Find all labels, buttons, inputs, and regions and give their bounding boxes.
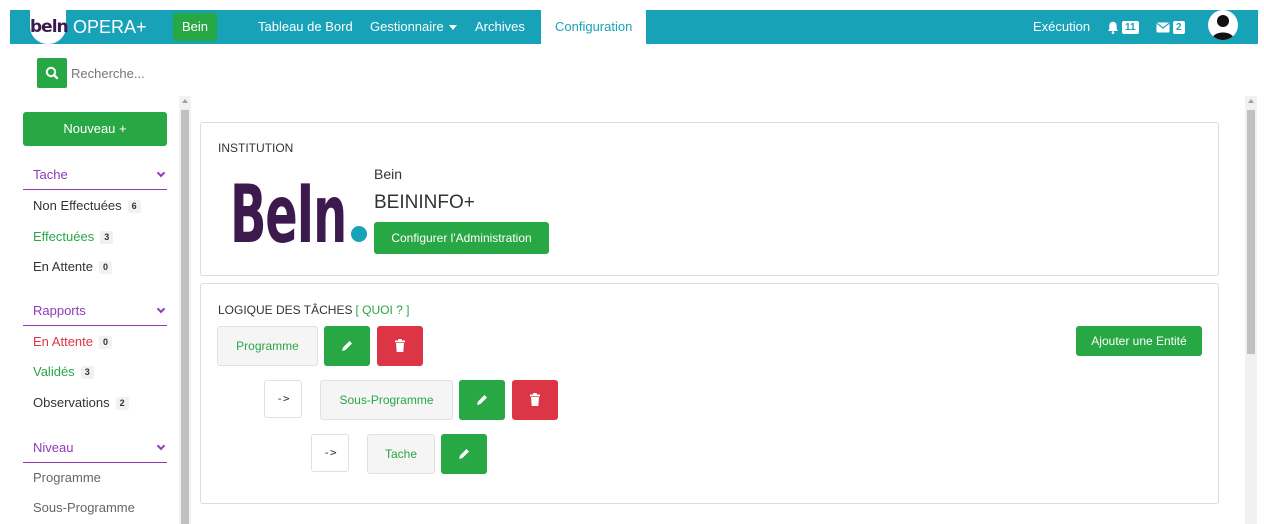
sidebar-item-sous-programme[interactable]: Sous-Programme	[33, 499, 135, 517]
nav-archives[interactable]: Archives	[475, 10, 525, 44]
count-badge: 3	[100, 231, 114, 245]
edit-sous-programme-button[interactable]	[459, 380, 505, 420]
configure-admin-button[interactable]: Configurer l'Administration	[374, 222, 549, 254]
entity-tache[interactable]: Tache	[367, 434, 435, 474]
institution-logo: BeIn	[230, 168, 367, 248]
add-entity-button[interactable]: Ajouter une Entité	[1076, 326, 1202, 356]
pencil-icon	[477, 395, 487, 405]
sidebar-item-programme[interactable]: Programme	[33, 469, 101, 487]
trash-icon	[395, 339, 405, 352]
institution-logo-text: BeIn	[230, 168, 346, 248]
hierarchy-arrow[interactable]: ->	[311, 434, 349, 472]
sidebar-item-label: Sous-Programme	[33, 500, 135, 515]
new-button[interactable]: Nouveau +	[23, 112, 167, 146]
app-page: beln OPERA+ Bein Tableau de Bord Gestion…	[0, 0, 1264, 524]
count-badge: 2	[115, 397, 129, 411]
search-button[interactable]	[37, 58, 67, 88]
search-input[interactable]	[71, 58, 211, 88]
messages-button[interactable]: 2	[1156, 10, 1185, 44]
delete-sous-programme-button[interactable]	[512, 380, 558, 420]
sidebar-item-label: En Attente	[33, 259, 93, 274]
institution-short-name: Bein	[374, 166, 403, 182]
caret-down-icon	[448, 25, 457, 31]
messages-count: 2	[1173, 21, 1185, 35]
chevron-down-icon	[156, 168, 166, 178]
nav-gestionnaire[interactable]: Gestionnaire	[370, 10, 457, 44]
sidebar-item-label: Observations	[33, 395, 110, 410]
edit-tache-button[interactable]	[441, 434, 487, 474]
chevron-down-icon	[156, 304, 166, 314]
sidebar-scrollbar-thumb[interactable]	[181, 110, 189, 524]
sidebar-section-niveau[interactable]: Niveau	[23, 437, 167, 463]
trash-icon	[530, 393, 540, 406]
sidebar-item-effectuees[interactable]: Effectuées 3	[33, 228, 114, 246]
sidebar-section-title: Niveau	[33, 440, 74, 455]
edit-programme-button[interactable]	[324, 326, 370, 366]
institution-title: INSTITUTION	[218, 141, 294, 155]
sidebar-section-title: Tache	[33, 167, 68, 182]
delete-programme-button[interactable]	[377, 326, 423, 366]
execution-link[interactable]: Exécution	[1033, 10, 1090, 44]
brand-logo-icon: beln	[30, 10, 69, 44]
user-icon	[1212, 15, 1234, 40]
sidebar-item-non-effectuees[interactable]: Non Effectuées 6	[33, 197, 141, 215]
sidebar-item-label: En Attente	[33, 334, 93, 349]
chevron-down-icon	[156, 441, 166, 451]
task-logic-title-text: LOGIQUE DES TÂCHES	[218, 303, 353, 317]
app-name: OPERA+	[73, 16, 147, 37]
help-link[interactable]: [ QUOI ? ]	[355, 303, 409, 317]
notifications-count: 11	[1122, 21, 1139, 35]
sidebar-item-label: Validés	[33, 364, 75, 379]
main-scrollbar-thumb[interactable]	[1247, 110, 1255, 354]
org-badge[interactable]: Bein	[173, 13, 218, 41]
scroll-up-arrow-icon[interactable]	[1248, 99, 1254, 103]
notifications-button[interactable]: 11	[1107, 10, 1139, 44]
user-avatar[interactable]	[1208, 10, 1238, 40]
bell-icon	[1107, 21, 1119, 34]
sidebar-section-title: Rapports	[33, 303, 86, 318]
sidebar-item-label: Non Effectuées	[33, 198, 122, 213]
sidebar-item-label: Programme	[33, 470, 101, 485]
nav-configuration[interactable]: Configuration	[541, 10, 647, 44]
nav-tableau-de-bord[interactable]: Tableau de Bord	[258, 10, 353, 44]
count-badge: 0	[99, 261, 113, 275]
count-badge: 6	[127, 200, 141, 214]
hierarchy-arrow[interactable]: ->	[264, 380, 302, 418]
nav-gestionnaire-label: Gestionnaire	[370, 19, 444, 34]
institution-full-name: BEININFO+	[374, 192, 475, 213]
sidebar-item-valides[interactable]: Validés 3	[33, 363, 94, 381]
pencil-icon	[342, 341, 352, 351]
app-logo[interactable]: beln OPERA+	[30, 10, 147, 44]
sidebar-item-observations[interactable]: Observations 2	[33, 394, 129, 412]
search-icon	[45, 66, 59, 80]
scroll-up-arrow-icon[interactable]	[182, 99, 188, 103]
entity-sous-programme[interactable]: Sous-Programme	[320, 380, 453, 420]
entity-programme[interactable]: Programme	[217, 326, 318, 366]
task-logic-title: LOGIQUE DES TÂCHES[ QUOI ? ]	[218, 303, 410, 317]
envelope-icon	[1156, 22, 1170, 33]
top-navbar: beln OPERA+ Bein Tableau de Bord Gestion…	[10, 10, 1258, 44]
sidebar-item-label: Effectuées	[33, 229, 95, 244]
count-badge: 3	[80, 366, 94, 380]
count-badge: 0	[99, 336, 113, 350]
pencil-icon	[459, 449, 469, 459]
sidebar-section-rapports[interactable]: Rapports	[23, 300, 167, 326]
sidebar-section-tache[interactable]: Tache	[23, 164, 167, 190]
sidebar-item-rapports-en-attente[interactable]: En Attente 0	[33, 333, 113, 351]
sidebar-item-en-attente[interactable]: En Attente 0	[33, 258, 113, 276]
